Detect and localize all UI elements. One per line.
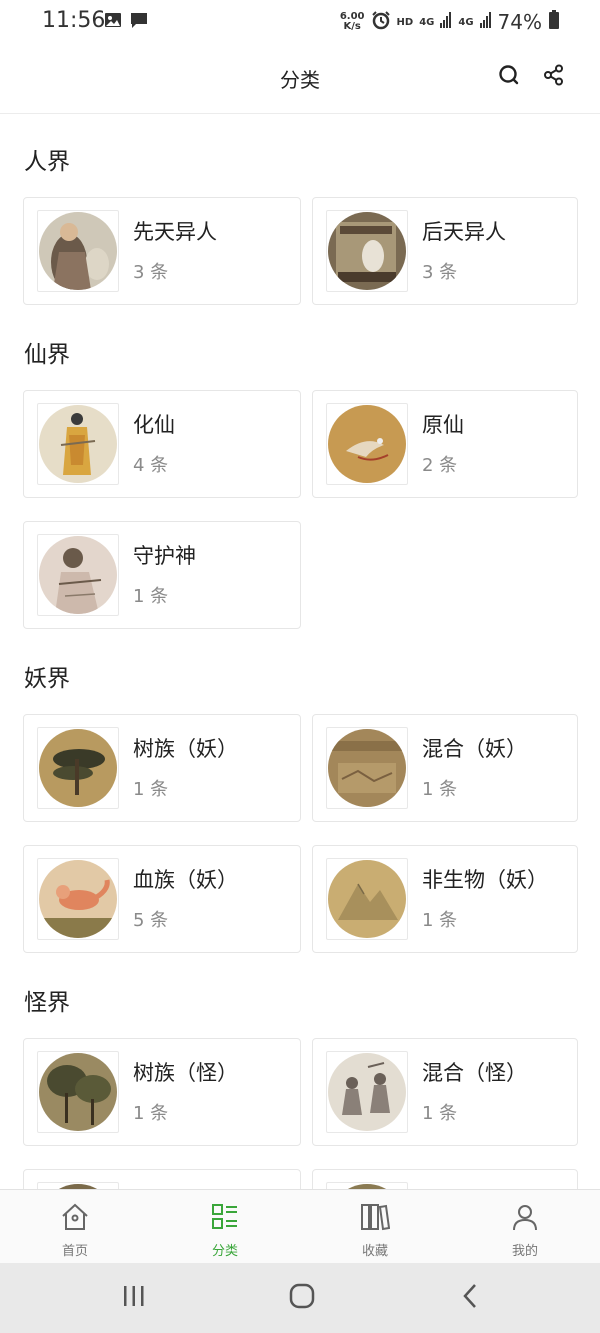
category-thumbnail bbox=[37, 403, 119, 485]
painting-tree-image bbox=[39, 729, 117, 807]
category-card[interactable] bbox=[23, 1169, 301, 1190]
status-time: 11:56 bbox=[42, 8, 106, 33]
category-thumbnail bbox=[37, 534, 119, 616]
home-circle-icon bbox=[289, 1283, 315, 1313]
category-thumbnail bbox=[37, 1051, 119, 1133]
message-notification-icon bbox=[130, 11, 148, 33]
category-count: 1 条 bbox=[422, 910, 458, 931]
category-name: 守护神 bbox=[133, 544, 196, 568]
category-card[interactable]: 化仙 4 条 bbox=[23, 390, 301, 498]
category-count: 1 条 bbox=[422, 1103, 458, 1124]
category-name: 血族（妖） bbox=[133, 868, 238, 892]
painting-landscape-image bbox=[328, 860, 406, 938]
section-title: 人界 bbox=[24, 149, 70, 175]
category-thumbnail bbox=[326, 210, 408, 292]
painting-bird-image bbox=[328, 405, 406, 483]
back-button[interactable] bbox=[450, 1283, 490, 1313]
tab-favorites[interactable]: 收藏 bbox=[300, 1190, 450, 1263]
category-name: 先天异人 bbox=[133, 220, 217, 244]
category-name: 化仙 bbox=[133, 413, 175, 437]
user-icon bbox=[510, 1202, 540, 1236]
section-title: 怪界 bbox=[24, 990, 70, 1016]
category-thumbnail bbox=[326, 858, 408, 940]
category-name: 非生物（妖） bbox=[422, 868, 548, 892]
category-card[interactable]: 守护神 1 条 bbox=[23, 521, 301, 629]
category-card[interactable]: 非生物（妖） 1 条 bbox=[312, 845, 578, 953]
category-count: 1 条 bbox=[422, 779, 458, 800]
bottom-tab-bar: 首页 分类 收藏 我的 bbox=[0, 1189, 600, 1263]
status-right-group: 6.00 K/s HD 4G 4G 74% bbox=[340, 6, 560, 38]
recent-apps-button[interactable] bbox=[114, 1283, 154, 1313]
search-icon bbox=[498, 64, 520, 90]
category-card[interactable]: 混合（妖） 1 条 bbox=[312, 714, 578, 822]
category-thumbnail bbox=[326, 1051, 408, 1133]
category-name: 混合（怪） bbox=[422, 1061, 527, 1085]
search-button[interactable] bbox=[494, 62, 524, 92]
painting-demons-image bbox=[328, 1053, 406, 1131]
gallery-notification-icon bbox=[104, 11, 122, 33]
category-icon bbox=[210, 1202, 240, 1236]
category-count: 1 条 bbox=[133, 1103, 169, 1124]
tab-category[interactable]: 分类 bbox=[150, 1190, 300, 1263]
painting-scene-image bbox=[328, 212, 406, 290]
home-nav-button[interactable] bbox=[282, 1283, 322, 1313]
category-count: 4 条 bbox=[133, 455, 169, 476]
net-speed: 6.00 K/s bbox=[339, 11, 365, 32]
painting-figure-image bbox=[39, 212, 117, 290]
category-name: 混合（妖） bbox=[422, 737, 527, 761]
category-list[interactable]: 人界 先天异人 3 条 后天异人 3 条 仙界 化仙 4 条 原仙 2 条 守护… bbox=[0, 114, 600, 1190]
category-thumbnail bbox=[37, 210, 119, 292]
category-count: 5 条 bbox=[133, 910, 169, 931]
system-nav-bar bbox=[0, 1263, 600, 1333]
tab-label: 我的 bbox=[511, 1244, 538, 1259]
category-count: 3 条 bbox=[422, 262, 458, 283]
bookshelf-icon bbox=[360, 1202, 391, 1236]
tab-label: 首页 bbox=[61, 1244, 88, 1259]
category-count: 2 条 bbox=[422, 455, 458, 476]
category-card[interactable]: 原仙 2 条 bbox=[312, 390, 578, 498]
section-title: 妖界 bbox=[24, 666, 70, 692]
category-name: 树族（妖） bbox=[133, 737, 238, 761]
battery-icon bbox=[548, 10, 560, 34]
status-bar: 11:56 6.00 K/s HD 4G 4G 74% bbox=[0, 0, 600, 44]
app-header: 分类 bbox=[0, 44, 600, 114]
tab-profile[interactable]: 我的 bbox=[450, 1190, 600, 1263]
category-thumbnail bbox=[326, 727, 408, 809]
category-card[interactable]: 树族（妖） 1 条 bbox=[23, 714, 301, 822]
category-card[interactable]: 树族（怪） 1 条 bbox=[23, 1038, 301, 1146]
category-card[interactable]: 先天异人 3 条 bbox=[23, 197, 301, 305]
category-thumbnail bbox=[37, 727, 119, 809]
category-card[interactable]: 血族（妖） 5 条 bbox=[23, 845, 301, 953]
category-count: 1 条 bbox=[133, 779, 169, 800]
category-thumbnail bbox=[326, 403, 408, 485]
painting-fox-image bbox=[39, 860, 117, 938]
tab-label: 分类 bbox=[211, 1244, 238, 1259]
category-thumbnail bbox=[37, 858, 119, 940]
painting-immortal-image bbox=[39, 405, 117, 483]
signal-icon bbox=[440, 12, 452, 32]
tab-home[interactable]: 首页 bbox=[0, 1190, 150, 1263]
section-title: 仙界 bbox=[24, 342, 70, 368]
alarm-icon bbox=[371, 10, 391, 34]
category-card[interactable]: 后天异人 3 条 bbox=[312, 197, 578, 305]
signal-icon bbox=[479, 12, 492, 32]
painting-mixed-image bbox=[328, 729, 406, 807]
category-card[interactable]: 混合（怪） 1 条 bbox=[312, 1038, 578, 1146]
category-name: 原仙 bbox=[422, 413, 464, 437]
category-name: 后天异人 bbox=[422, 220, 506, 244]
category-card[interactable] bbox=[312, 1169, 578, 1190]
back-chevron-icon bbox=[461, 1283, 479, 1313]
battery-percent: 74% bbox=[497, 10, 542, 34]
share-icon bbox=[543, 64, 565, 90]
share-button[interactable] bbox=[539, 62, 569, 92]
recent-apps-icon bbox=[122, 1285, 146, 1311]
painting-guardian-image bbox=[39, 536, 117, 614]
painting-forest-image bbox=[39, 1053, 117, 1131]
category-count: 1 条 bbox=[133, 586, 169, 607]
home-icon bbox=[60, 1202, 90, 1236]
category-name: 树族（怪） bbox=[133, 1061, 238, 1085]
tab-label: 收藏 bbox=[361, 1244, 388, 1259]
category-count: 3 条 bbox=[133, 262, 169, 283]
